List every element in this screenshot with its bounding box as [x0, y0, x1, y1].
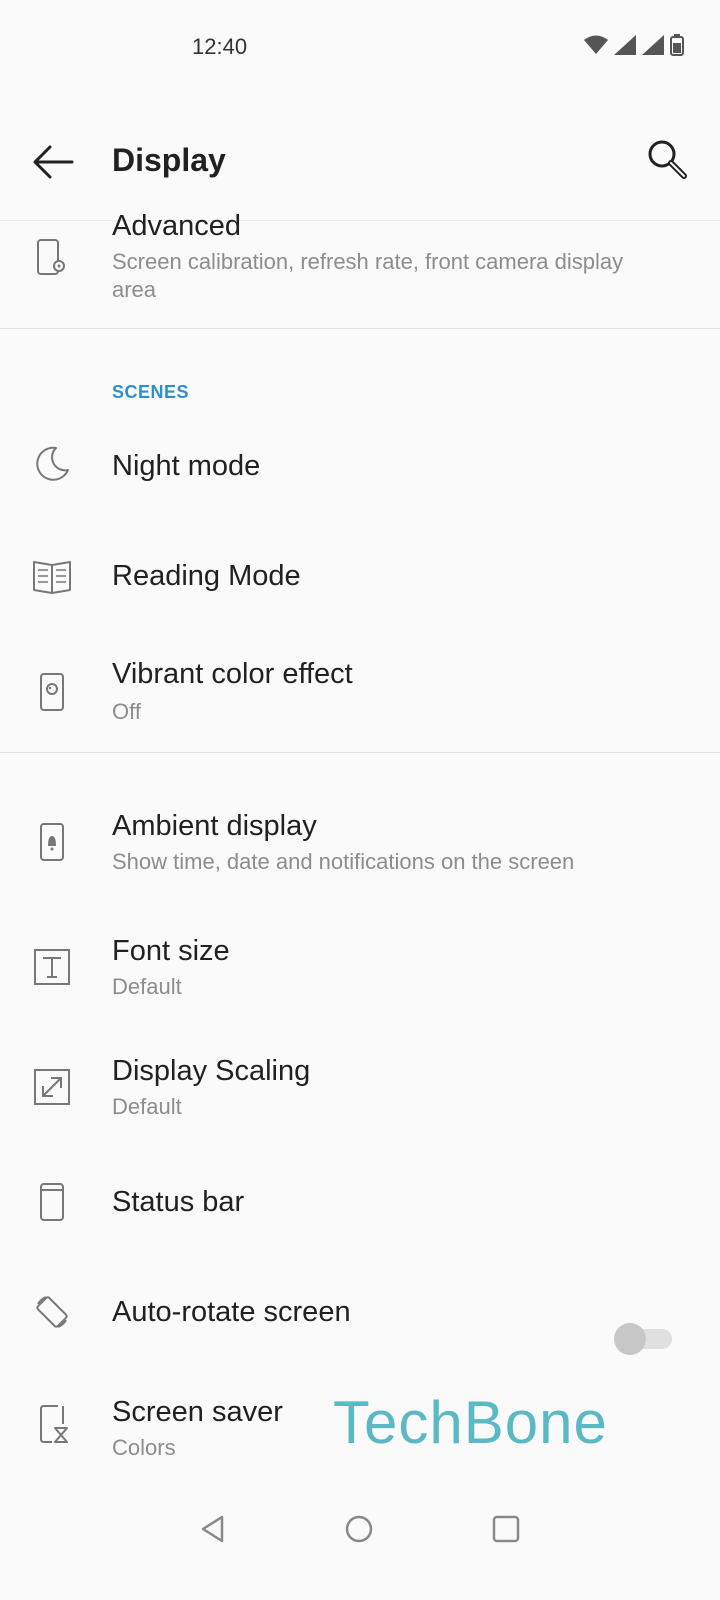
auto-rotate-toggle[interactable]	[614, 1323, 672, 1355]
cell-signal-icon	[614, 35, 636, 55]
setting-summary: Off	[112, 699, 141, 724]
setting-night-mode[interactable]: Night mode	[0, 420, 720, 516]
setting-title: Ambient display	[112, 810, 317, 842]
phone-hourglass-icon	[40, 1405, 68, 1443]
rotate-icon	[36, 1296, 68, 1328]
navigation-bar	[0, 1514, 720, 1600]
setting-title: Reading Mode	[112, 560, 301, 592]
status-bar: 12:40	[0, 0, 720, 96]
setting-auto-rotate[interactable]: Auto-rotate screen	[0, 1270, 720, 1366]
setting-title: Advanced	[112, 210, 241, 242]
setting-summary: Default	[112, 974, 182, 999]
top-app-bar: Display	[0, 112, 720, 216]
watermark: TechBone	[333, 1389, 608, 1456]
nav-home-icon[interactable]	[344, 1514, 374, 1544]
battery-icon	[670, 34, 684, 56]
setting-title: Night mode	[112, 450, 261, 482]
setting-vibrant-color[interactable]: Vibrant color effect Off	[0, 640, 720, 750]
setting-summary: Show time, date and notifications on the…	[112, 849, 575, 874]
section-divider	[0, 328, 720, 329]
status-icons	[584, 34, 684, 56]
setting-summary: Default	[112, 1094, 182, 1119]
resize-icon	[34, 1069, 70, 1105]
page-title: Display	[112, 142, 226, 178]
section-divider	[0, 752, 720, 753]
book-icon	[33, 561, 71, 594]
arrow-left-icon[interactable]	[32, 144, 74, 180]
nav-recents-icon[interactable]	[491, 1514, 521, 1544]
toggle-knob	[614, 1323, 646, 1355]
search-icon[interactable]	[646, 138, 690, 182]
setting-title: Font size	[112, 935, 230, 967]
setting-title: Display Scaling	[112, 1055, 311, 1087]
setting-font-size[interactable]: Font size Default	[0, 915, 720, 1025]
phone-settings-icon	[37, 239, 65, 275]
cell-signal-icon	[642, 35, 664, 55]
moon-icon	[36, 446, 69, 481]
setting-display-scaling[interactable]: Display Scaling Default	[0, 1035, 720, 1145]
setting-summary: Screen calibration, refresh rate, front …	[112, 249, 624, 302]
setting-title: Auto-rotate screen	[112, 1296, 351, 1328]
nav-back-icon[interactable]	[198, 1514, 228, 1544]
phone-bell-icon	[40, 823, 64, 861]
setting-title: Screen saver	[112, 1396, 283, 1428]
setting-status-bar[interactable]: Status bar	[0, 1160, 720, 1256]
setting-title: Status bar	[112, 1186, 245, 1218]
text-box-icon	[34, 949, 70, 985]
phone-outline-icon	[40, 1183, 64, 1221]
status-time: 12:40	[192, 34, 248, 59]
phone-palette-icon	[40, 673, 64, 711]
section-header-scenes: SCENES	[112, 382, 190, 402]
setting-ambient-display[interactable]: Ambient display Show time, date and noti…	[0, 790, 720, 900]
setting-advanced[interactable]: Advanced Screen calibration, refresh rat…	[0, 210, 720, 328]
wifi-icon	[584, 35, 608, 54]
setting-reading-mode[interactable]: Reading Mode	[0, 530, 720, 626]
setting-title: Vibrant color effect	[112, 658, 353, 690]
